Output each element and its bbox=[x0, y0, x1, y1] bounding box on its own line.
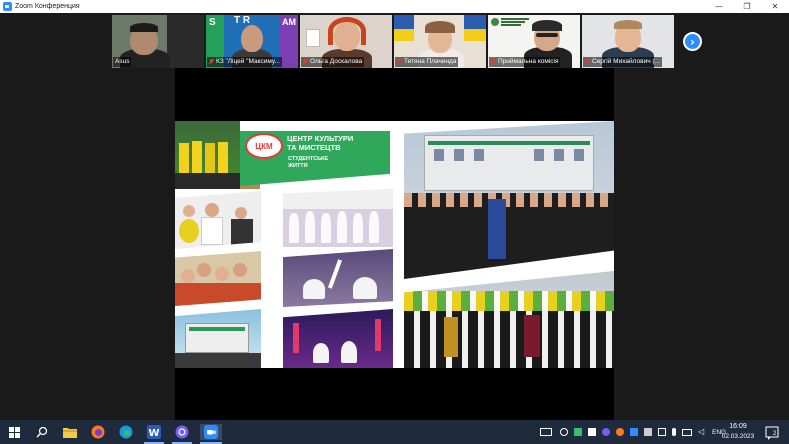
viber-tray-icon[interactable] bbox=[602, 428, 610, 436]
search-icon[interactable] bbox=[34, 424, 50, 440]
maximize-button[interactable]: ❐ bbox=[733, 0, 761, 13]
notifications-icon[interactable]: 2 bbox=[765, 425, 779, 440]
title-bar: Zoom Конференция — ❐ ✕ bbox=[0, 0, 789, 13]
participant-tile[interactable]: Ольга Доскалова bbox=[300, 15, 392, 68]
muted-mic-icon bbox=[303, 59, 308, 65]
window-title: Zoom Конференция bbox=[15, 3, 80, 10]
photo-volleyball bbox=[175, 191, 261, 249]
participant-name: Сергій Михайлович (... bbox=[583, 57, 662, 67]
volume-icon[interactable]: ◁ bbox=[698, 428, 706, 436]
slide-title: ЦЕНТР КУЛЬТУРИ ТА МИСТЕЦТВ bbox=[287, 134, 354, 152]
muted-mic-icon bbox=[585, 59, 590, 65]
keyboard-icon[interactable] bbox=[540, 428, 552, 436]
battery-icon[interactable] bbox=[682, 428, 692, 436]
photo-ballroom-dance bbox=[283, 309, 393, 368]
network-icon[interactable] bbox=[560, 428, 568, 436]
participant-name: Приймальна комісія bbox=[489, 57, 561, 67]
shared-slide: ЦКМ ЦЕНТР КУЛЬТУРИ ТА МИСТЕЦТВ СТУДЕНТСЬ… bbox=[175, 121, 614, 368]
zoom-taskbar-icon[interactable] bbox=[200, 424, 222, 440]
muted-mic-icon bbox=[397, 59, 402, 65]
security-icon[interactable] bbox=[574, 428, 582, 436]
participant-name: Ольга Доскалова bbox=[301, 57, 365, 67]
edge-icon[interactable] bbox=[118, 424, 134, 440]
file-explorer-icon[interactable] bbox=[62, 424, 78, 440]
next-participants-button[interactable]: › bbox=[683, 32, 702, 51]
notifications-count: 2 bbox=[773, 431, 777, 437]
svg-text:W: W bbox=[148, 428, 159, 439]
participant-tile[interactable]: Приймальна комісія bbox=[488, 15, 580, 68]
zoom-tray-icon[interactable] bbox=[630, 428, 638, 436]
participant-name: КЗ "Ліцей "Максиму... bbox=[207, 57, 282, 67]
photo-campus-building bbox=[175, 309, 261, 368]
window-controls: — ❐ ✕ bbox=[705, 0, 789, 13]
firefox-icon[interactable] bbox=[90, 424, 106, 440]
participant-tile[interactable]: Asus bbox=[112, 15, 204, 68]
photo-students-yellow-green bbox=[404, 271, 614, 368]
taskbar-clock[interactable]: 16:09 02.03.2023 bbox=[715, 422, 761, 442]
viber-icon[interactable] bbox=[174, 424, 190, 440]
participant-strip: Asus S T R AM КЗ "Ліцей "Максиму... Ольг… bbox=[0, 13, 789, 68]
participant-name: Тетяна Плачинда bbox=[395, 57, 459, 67]
photo-students-group bbox=[175, 121, 240, 189]
muted-mic-icon bbox=[209, 59, 214, 65]
start-icon[interactable] bbox=[6, 424, 22, 440]
tray-app-icon[interactable] bbox=[658, 428, 666, 436]
ckm-logo: ЦКМ bbox=[245, 133, 283, 159]
tray-app-icon[interactable] bbox=[588, 428, 596, 436]
photo-performance-white-dresses bbox=[283, 189, 393, 247]
chevron-right-icon: › bbox=[690, 34, 695, 49]
word-icon[interactable]: W bbox=[146, 424, 162, 440]
windows-taskbar: W ◁ ENG 16:09 02.03.2023 2 bbox=[0, 420, 789, 444]
muted-mic-icon bbox=[491, 59, 496, 65]
participant-name: Asus bbox=[113, 57, 132, 67]
slide-subtitle: СТУДЕНТСЬКЕ ЖИТТЯ bbox=[288, 156, 329, 169]
microphone-icon[interactable] bbox=[672, 428, 676, 436]
zoom-app-icon bbox=[3, 2, 12, 11]
tray-app-icon[interactable] bbox=[616, 428, 624, 436]
zoom-window: Zoom Конференция — ❐ ✕ Asus S T R AM КЗ … bbox=[0, 0, 789, 444]
photo-students-celebration bbox=[175, 251, 261, 306]
photo-stage-dancers bbox=[283, 249, 393, 307]
participant-tile[interactable]: S T R AM КЗ "Ліцей "Максиму... bbox=[206, 15, 298, 68]
participant-tile[interactable]: Сергій Михайлович (... bbox=[582, 15, 674, 68]
close-button[interactable]: ✕ bbox=[761, 0, 789, 13]
system-tray: ◁ ENG bbox=[540, 420, 726, 444]
tray-app-icon[interactable] bbox=[644, 428, 652, 436]
participant-tile[interactable]: Тетяна Плачинда bbox=[394, 15, 486, 68]
minimize-button[interactable]: — bbox=[705, 0, 733, 13]
photo-students-outside-building bbox=[404, 121, 614, 279]
